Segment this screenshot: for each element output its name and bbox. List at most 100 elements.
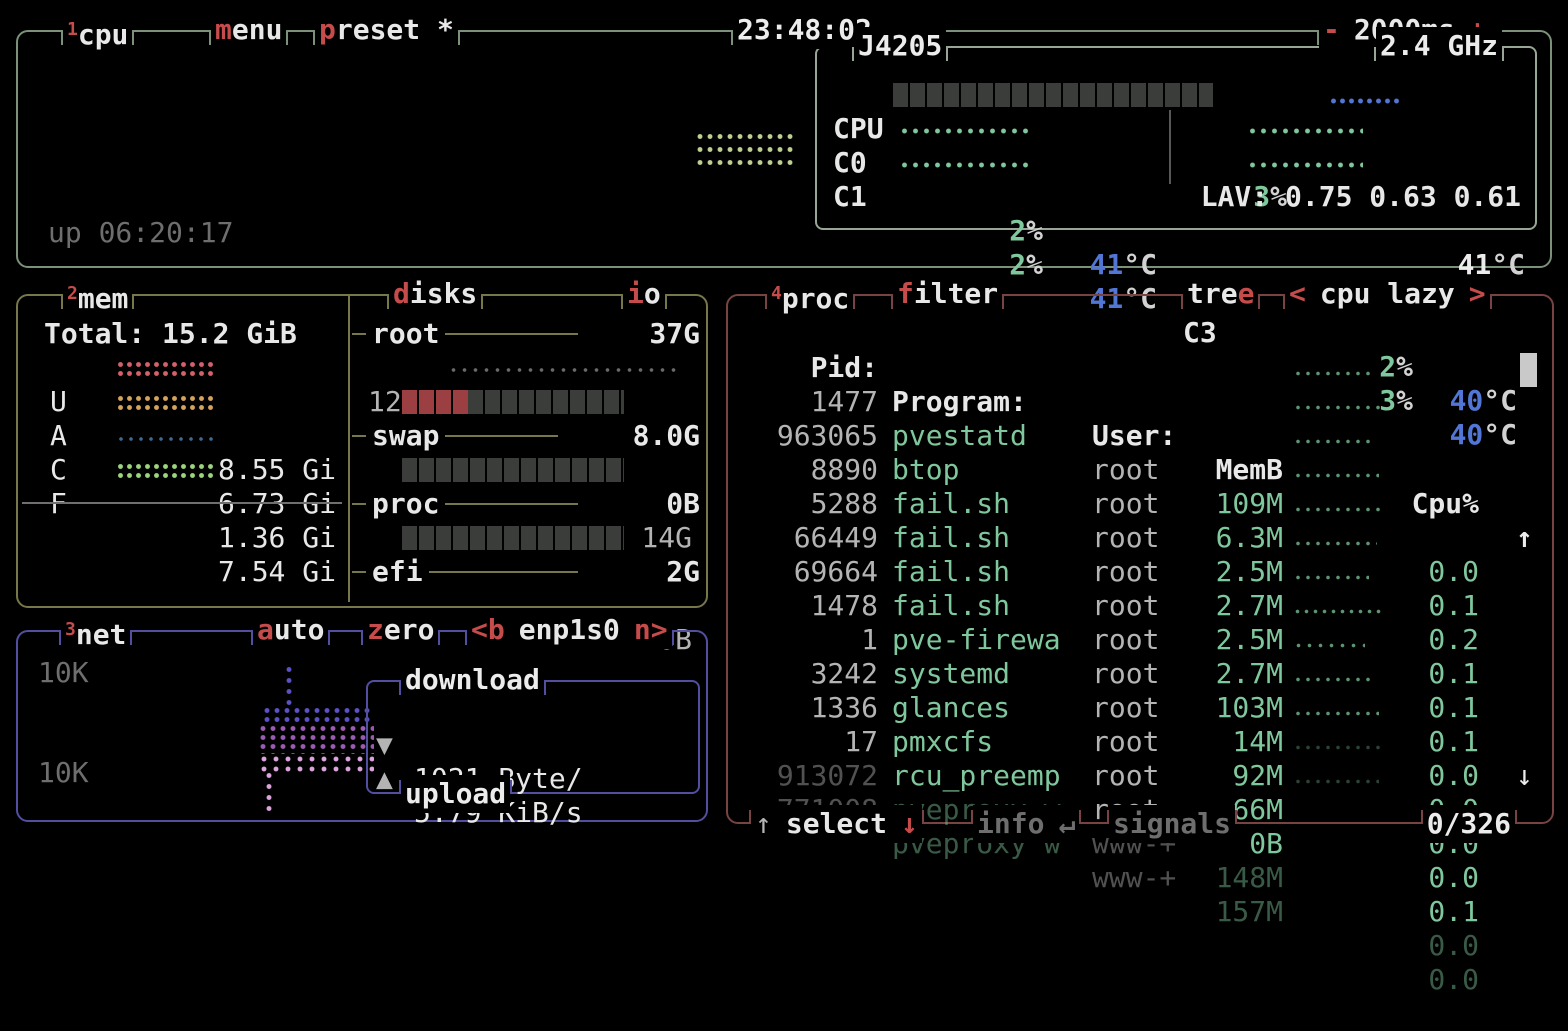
process-row[interactable]: 17 rcu_preemp root 0B 0.1 [728,691,1552,725]
tab-mem[interactable]: 2mem [54,275,141,313]
tag-hook [1174,295,1183,309]
info-button[interactable]: info↵ [964,805,1088,843]
sort-next-button[interactable]: > [1469,277,1486,310]
mem-used-graph [116,360,216,377]
auto-hotkey: a [257,613,274,646]
process-row[interactable]: 5288 fail.sh root 2.7M 0.1 [728,453,1552,487]
core-usage-graph [899,126,1029,138]
pct-unit: % [1026,214,1043,247]
core-usage-graph [1247,160,1363,172]
mem-tab-number[interactable]: 2 [67,283,78,304]
tab-proc[interactable]: 4proc [758,275,862,313]
cpu-tab-label: cpu [78,18,129,51]
process-row[interactable]: 913072 pveproxy w www-+ 148M 0.0 [728,725,1552,759]
process-row[interactable]: 1478 pve-firewa root 103M 0.0 [728,555,1552,589]
tag-hook [392,681,401,695]
process-row[interactable]: 963065 btop root 6.3M 0.1 [728,385,1552,419]
select-up-icon[interactable]: ↑ [755,807,772,840]
select-down-icon[interactable]: ↓ [901,807,918,840]
cpu-temp-graph [1329,97,1403,105]
cpu-tab-number[interactable]: 1 [67,19,78,40]
tag-hook [1367,47,1376,61]
tab-net[interactable]: 3net [52,611,139,649]
proc-tab-number[interactable]: 4 [771,283,782,304]
mem-free-graph [116,462,216,479]
upload-title-label: upload [401,775,510,813]
filter-button[interactable]: filter [884,275,1011,313]
disks-toggle[interactable]: disks [380,275,490,313]
menu-hotkey: m [215,13,232,46]
iface-next-button[interactable]: n> [634,613,668,646]
tag-hook [1310,31,1319,45]
disk-io-graph [448,366,682,374]
tag-hook [481,295,490,309]
download-speed-row: ▼ 1021 Byte/ [368,694,698,728]
filter-label: ilter [914,277,998,310]
menu-button[interactable]: menu [202,11,295,49]
load-average: LAV: 0.75 0.63 0.61 [1101,180,1521,214]
cpu-model: J4205 [845,27,955,65]
preset-hotkey: p [319,13,336,46]
poll-decrease-button[interactable]: - [1323,13,1340,46]
net-scale-bottom: 10K [38,756,89,790]
process-row[interactable]: 1336 pmxcfs root 66M 0.0 [728,657,1552,691]
net-download-graph [284,664,296,710]
mem-available-graph [116,394,216,411]
proc-user: www-+ [1092,861,1176,895]
tag-hook [1100,810,1109,824]
select-keys[interactable]: ↑select↓ [742,805,931,843]
zero-label: ero [384,613,435,646]
tag-hook [724,31,733,45]
io-hotkey: i [627,277,644,310]
tag-hook [853,295,862,309]
process-row[interactable]: 69664 fail.sh root 2.7M 0.1 [728,521,1552,555]
process-row[interactable]: 8890 fail.sh root 2.5M 0.2 [728,419,1552,453]
proc-cpu-graph [1293,471,1379,481]
tag-hook [845,47,854,61]
net-box: 3net auto zero <benp1s0n> 10K 10K downlo… [16,630,708,822]
disk-used-row: U 0B [352,521,704,555]
upload-speed-row: ▲ 5.79 KiB/s [368,728,698,762]
sort-prev-button[interactable]: < [1289,277,1306,310]
tag-hook [672,631,681,645]
preset-button[interactable]: preset * [306,11,467,49]
net-zero-toggle[interactable]: zero [354,611,447,649]
selection-count: 0/326 [1414,805,1524,843]
tag-hook [1276,295,1285,309]
process-row[interactable]: 66449 fail.sh root 2.5M 0.1 [728,487,1552,521]
upload-arrow-icon: ▲ [376,762,393,796]
disk-name: root [366,317,445,351]
disk-used-meter [402,526,624,550]
iface-prev-button[interactable]: <b [471,613,505,646]
process-row[interactable]: 1477 pvestatd root 109M 0.0 [728,351,1552,385]
proc-cpu: 0.0 [1388,861,1479,895]
zero-hotkey: z [367,613,384,646]
tag-hook [1502,47,1511,61]
disk-size: 2G [578,555,706,589]
proc-tab-label: proc [782,282,849,315]
uptime: up 06:20:17 [48,216,233,250]
proc-cpu-graph [1293,607,1383,617]
cpu-frequency: 2.4 GHz [1367,27,1511,65]
proc-table-header: Pid: Program: User: MemB Cpu% ↑ [728,317,1552,351]
net-auto-toggle[interactable]: auto [244,611,337,649]
tag-hook [964,810,973,824]
io-toggle[interactable]: io [614,275,674,313]
tree-toggle[interactable]: tree [1174,275,1267,313]
tag-hook [665,295,674,309]
net-tab-number[interactable]: 3 [65,619,76,640]
process-row[interactable]: 3242 glances root 92M 0.0 [728,623,1552,657]
process-row[interactable]: 1 systemd root 14M 0.0 [728,589,1552,623]
disk-used-row: U 0B [352,453,704,487]
scroll-down-icon[interactable]: ↓ [1516,759,1533,793]
tab-cpu[interactable]: 1cpu [54,11,141,49]
process-row[interactable]: 771008 pveproxy w www-+ 157M 0.0 [728,759,1552,793]
tag-hook [54,295,63,309]
tag-hook [946,47,955,61]
mem-row-available: A 6.73 Gi [18,385,348,419]
signals-button[interactable]: signals [1100,805,1244,843]
proc-cpu-graph [1293,573,1369,583]
iface-name: enp1s0 [519,613,620,646]
tag-hook [354,631,363,645]
auto-label: uto [274,613,325,646]
